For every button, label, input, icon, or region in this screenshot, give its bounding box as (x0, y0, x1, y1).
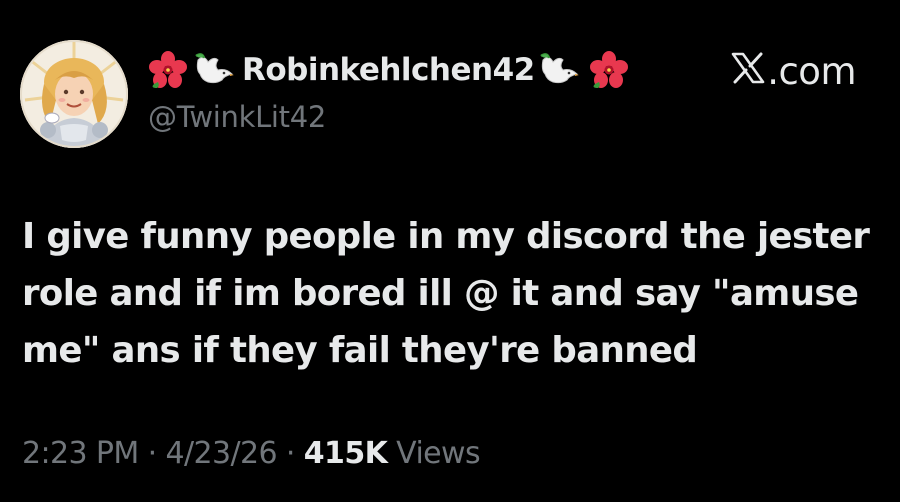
x-logo-icon (731, 50, 765, 93)
avatar[interactable] (20, 40, 128, 148)
display-name[interactable]: Robinkehlchen42 (242, 52, 535, 88)
tweet-time[interactable]: 2:23 PM (22, 436, 139, 471)
views-count[interactable]: 415K (304, 436, 388, 471)
tweet-meta: 2:23 PM · 4/23/26 · 415K Views (22, 436, 481, 471)
brand-watermark: .com (731, 50, 856, 93)
avatar-illustration (20, 40, 128, 148)
dove-icon (539, 50, 581, 90)
user-handle[interactable]: @TwinkLit42 (148, 100, 326, 134)
tweet-card: Robinkehlchen42 @TwinkLit42 .com I give … (0, 0, 900, 502)
views-label: Views (387, 436, 481, 471)
meta-separator: · (276, 436, 304, 471)
tweet-date[interactable]: 4/23/26 (166, 436, 278, 471)
dove-icon (194, 50, 236, 90)
brand-label: .com (767, 50, 856, 93)
user-name-row[interactable]: Robinkehlchen42 (148, 46, 629, 94)
tweet-text: I give funny people in my discord the je… (22, 216, 870, 371)
hibiscus-icon (148, 50, 188, 90)
meta-separator: · (138, 436, 166, 471)
hibiscus-icon (589, 50, 629, 90)
